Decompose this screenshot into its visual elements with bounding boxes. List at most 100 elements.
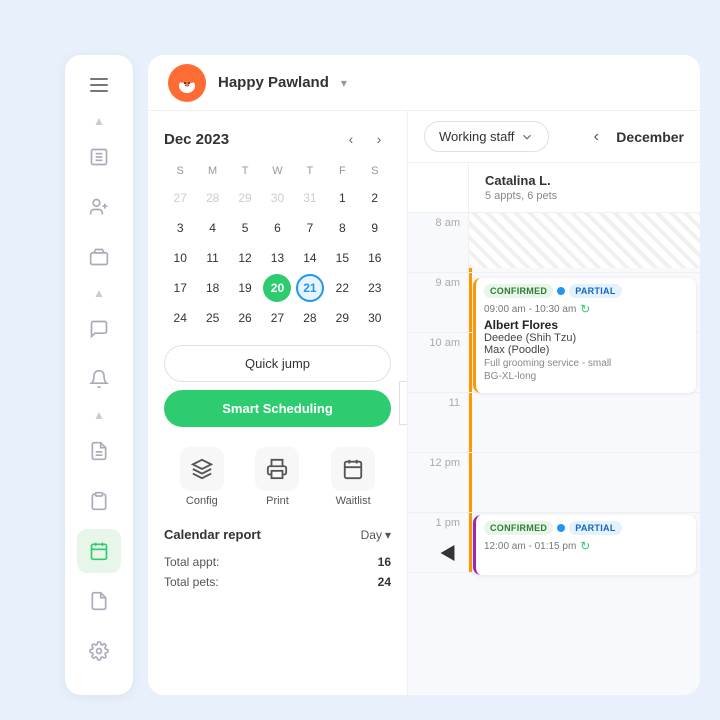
config-tool[interactable]: Config [180, 447, 224, 507]
cal-day[interactable]: 22 [328, 274, 356, 302]
sidebar-item-list[interactable] [77, 135, 121, 179]
cal-day[interactable]: 9 [361, 214, 389, 242]
cal-day[interactable]: 16 [361, 244, 389, 272]
cal-day[interactable]: 30 [361, 304, 389, 332]
calendar-next-btn[interactable]: › [367, 127, 391, 151]
sidebar-item-calendar[interactable] [77, 529, 121, 573]
appointment-card-1[interactable]: CONFIRMED PARTIAL 09:00 am - 10:30 am ↻ … [473, 278, 696, 393]
cal-day[interactable]: 2 [361, 184, 389, 212]
sidebar-item-chat[interactable] [77, 307, 121, 351]
main-content: Happy Pawland ▾ Dec 2023 ‹ › S M [148, 55, 700, 695]
time-gutter-header [408, 163, 468, 212]
cal-day[interactable]: 11 [199, 244, 227, 272]
cal-day[interactable]: 30 [263, 184, 291, 212]
cal-day[interactable]: 15 [328, 244, 356, 272]
menu-icon[interactable] [81, 67, 117, 103]
staff-name: Catalina L. [485, 173, 684, 188]
report-label-pets: Total pets: [164, 575, 219, 589]
cal-day[interactable]: 28 [296, 304, 324, 332]
day-header-f: F [326, 163, 358, 179]
partial-badge: PARTIAL [569, 284, 621, 298]
period-dropdown[interactable]: Day ▾ [361, 528, 391, 542]
waitlist-icon [331, 447, 375, 491]
quick-jump-button[interactable]: Quick jump [164, 345, 391, 382]
calendar-title: Dec 2023 [164, 131, 229, 148]
time-slot-11: 11 [408, 393, 468, 453]
brand-dropdown-icon[interactable]: ▾ [341, 76, 347, 90]
time-slot-12pm: 12 pm [408, 453, 468, 513]
confirmed-badge-2: CONFIRMED [484, 521, 553, 535]
sidebar-item-bell[interactable] [77, 357, 121, 401]
cal-day[interactable]: 14 [296, 244, 324, 272]
sidebar-item-settings[interactable] [77, 629, 121, 673]
cal-day[interactable]: 29 [231, 184, 259, 212]
schedule-cell-11[interactable] [469, 393, 700, 453]
cal-day[interactable]: 10 [166, 244, 194, 272]
appointment-card-2[interactable]: CONFIRMED PARTIAL 12:00 am - 01:15 pm ↻ [473, 515, 696, 575]
cal-day[interactable]: 31 [296, 184, 324, 212]
chevron-up-icon-3[interactable]: ▲ [87, 407, 111, 423]
chevron-up-icon-2[interactable]: ▲ [87, 285, 111, 301]
panel-collapse-button[interactable]: ‹ [399, 381, 408, 425]
cal-day[interactable]: 25 [199, 304, 227, 332]
cal-day-today[interactable]: 20 [263, 274, 291, 302]
cal-day[interactable]: 4 [199, 214, 227, 242]
print-icon [255, 447, 299, 491]
sidebar-item-users[interactable] [77, 185, 121, 229]
waitlist-label: Waitlist [336, 495, 371, 507]
report-row-appt: Total appt: 16 [164, 552, 391, 572]
cal-day[interactable]: 7 [296, 214, 324, 242]
unavailable-block [469, 213, 700, 268]
cal-day[interactable]: 18 [199, 274, 227, 302]
recur-icon-2: ↻ [580, 539, 590, 553]
cal-day[interactable]: 12 [231, 244, 259, 272]
cal-day[interactable]: 29 [328, 304, 356, 332]
schedule-month-label: December [616, 129, 684, 145]
cal-day[interactable]: 26 [231, 304, 259, 332]
smart-scheduling-button[interactable]: Smart Scheduling [164, 390, 391, 427]
cal-day[interactable]: 6 [263, 214, 291, 242]
sidebar-item-reports[interactable] [77, 429, 121, 473]
sidebar-item-history[interactable] [77, 579, 121, 623]
schedule-grid[interactable]: Catalina L. 5 appts, 6 pets 8 am 9 am 10… [408, 163, 700, 695]
cal-day[interactable]: 27 [263, 304, 291, 332]
cal-day-selected[interactable]: 21 [296, 274, 324, 302]
cal-day[interactable]: 27 [166, 184, 194, 212]
cal-day[interactable]: 24 [166, 304, 194, 332]
recur-icon: ↻ [580, 302, 590, 316]
report-value-pets: 24 [378, 575, 391, 589]
appt-time-1: 09:00 am - 10:30 am ↻ [484, 302, 688, 316]
appt-service-1: Full grooming service - small [484, 358, 688, 369]
calendar-week-1: 27 28 29 30 31 1 2 [164, 183, 391, 213]
cal-day[interactable]: 17 [166, 274, 194, 302]
top-bar: Happy Pawland ▾ [148, 55, 700, 111]
calendar-report-header: Calendar report Day ▾ [164, 527, 391, 542]
schedule-cell-12pm[interactable] [469, 453, 700, 513]
cal-day[interactable]: 1 [328, 184, 356, 212]
sidebar-item-inventory[interactable] [77, 235, 121, 279]
staff-schedule-column[interactable]: CONFIRMED PARTIAL 09:00 am - 10:30 am ↻ … [468, 213, 700, 573]
cal-day[interactable]: 28 [199, 184, 227, 212]
chevron-up-icon-1[interactable]: ▲ [87, 113, 111, 129]
cal-day[interactable]: 3 [166, 214, 194, 242]
app-container: ▲ ▲ ▲ [0, 0, 720, 720]
print-label: Print [266, 495, 289, 507]
cal-day[interactable]: 5 [231, 214, 259, 242]
waitlist-tool[interactable]: Waitlist [331, 447, 375, 507]
sidebar-item-clipboard[interactable] [77, 479, 121, 523]
day-header-m: M [196, 163, 228, 179]
day-header-s1: S [164, 163, 196, 179]
cal-day[interactable]: 8 [328, 214, 356, 242]
print-tool[interactable]: Print [255, 447, 299, 507]
cal-day[interactable]: 23 [361, 274, 389, 302]
appt-badges-2: CONFIRMED PARTIAL [484, 521, 688, 535]
cal-day[interactable]: 19 [231, 274, 259, 302]
period-label: Day [361, 528, 382, 542]
cal-day[interactable]: 13 [263, 244, 291, 272]
working-staff-label: Working staff [439, 129, 514, 144]
schedule-prev-btn[interactable]: ‹ [582, 123, 610, 151]
calendar-prev-btn[interactable]: ‹ [339, 127, 363, 151]
time-slot-9am: 9 am [408, 273, 468, 333]
working-staff-dropdown[interactable]: Working staff [424, 121, 549, 152]
period-dropdown-icon: ▾ [385, 528, 391, 542]
